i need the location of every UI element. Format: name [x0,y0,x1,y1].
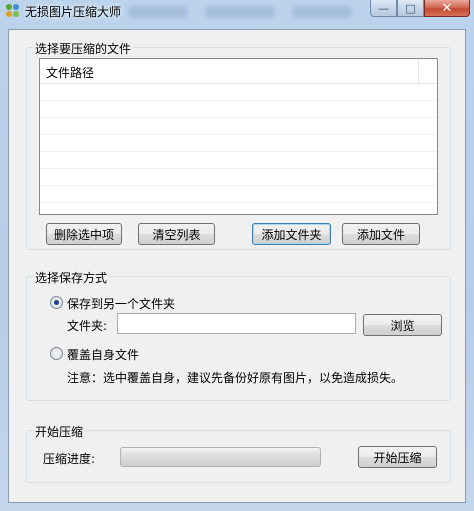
list-row-empty [40,84,437,101]
overwrite-self-label[interactable]: 覆盖自身文件 [67,346,139,363]
list-row-empty [40,118,437,135]
add-file-button[interactable]: 添加文件 [342,223,420,245]
compression-progress-bar [120,447,321,467]
column-header-file-path[interactable]: 文件路径 [40,59,419,83]
clear-list-button[interactable]: 清空列表 [138,223,215,245]
files-group-label: 选择要压缩的文件 [33,40,134,57]
delete-selected-button[interactable]: 删除选中项 [46,223,122,245]
list-row-empty [40,135,437,152]
start-compress-button[interactable]: 开始压缩 [358,446,437,468]
window-title: 无损图片压缩大师 [25,5,122,19]
minimize-icon: — [378,1,389,15]
app-icon [6,4,19,17]
save-to-folder-label[interactable]: 保存到另一个文件夹 [67,295,175,312]
blurred-background-text [128,6,188,18]
close-icon: ✕ [441,0,453,16]
blurred-background-text [205,6,275,18]
close-button[interactable]: ✕ [424,0,470,17]
folder-path-input[interactable] [117,313,356,334]
save-mode-group-label: 选择保存方式 [33,269,110,286]
list-row-empty [40,101,437,118]
file-list-header: 文件路径 [40,59,437,84]
warning-note: 注意：选中覆盖自身，建议先备份好原有图片，以免造成损失。 [67,371,404,385]
maximize-button[interactable]: □ [397,0,424,17]
file-list[interactable]: 文件路径 [39,58,438,215]
list-row-empty [40,152,437,169]
list-row-empty [40,203,437,214]
maximize-icon: □ [405,1,416,15]
progress-label: 压缩进度: [43,452,96,466]
add-folder-button[interactable]: 添加文件夹 [252,223,331,245]
overwrite-self-radio[interactable] [50,347,63,360]
list-row-empty [40,169,437,186]
blurred-background-text [292,6,352,18]
title-bar[interactable]: 无损图片压缩大师 — □ ✕ [0,0,474,22]
minimize-button[interactable]: — [370,0,397,17]
browse-button[interactable]: 浏览 [363,314,442,336]
save-to-folder-radio[interactable] [50,296,63,309]
start-group-label: 开始压缩 [33,423,86,440]
list-row-empty [40,186,437,203]
file-list-rows [40,84,437,214]
folder-label: 文件夹: [67,319,108,333]
